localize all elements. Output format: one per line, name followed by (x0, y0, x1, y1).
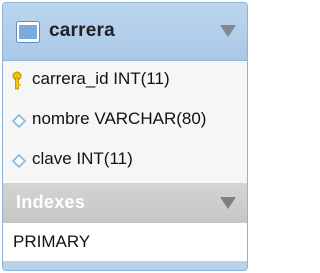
index-label: PRIMARY (13, 232, 91, 251)
indexes-label: Indexes (16, 192, 86, 212)
table-header[interactable]: carrera (3, 3, 247, 61)
table-icon (16, 21, 40, 43)
collapse-arrow-icon[interactable] (220, 197, 236, 209)
column-row-clave[interactable]: clave INT(11) (3, 141, 247, 181)
column-row-nombre[interactable]: nombre VARCHAR(80) (3, 101, 247, 141)
column-label: clave INT(11) (32, 149, 133, 168)
table-footer (3, 261, 247, 270)
table-title: carrera (49, 20, 115, 41)
column-diamond-icon (12, 154, 26, 168)
column-diamond-icon (12, 114, 26, 128)
index-row-primary[interactable]: PRIMARY (3, 223, 247, 263)
collapse-arrow-icon[interactable] (220, 25, 236, 37)
column-row-carrera-id[interactable]: carrera_id INT(11) (3, 61, 247, 101)
primary-key-icon (12, 71, 22, 90)
indexes-header[interactable]: Indexes (3, 183, 247, 223)
column-label: carrera_id INT(11) (32, 69, 170, 88)
table-card-carrera[interactable]: carrera carrera_id INT(11) nombre VARCHA… (2, 2, 248, 271)
column-label: nombre VARCHAR(80) (32, 109, 207, 128)
